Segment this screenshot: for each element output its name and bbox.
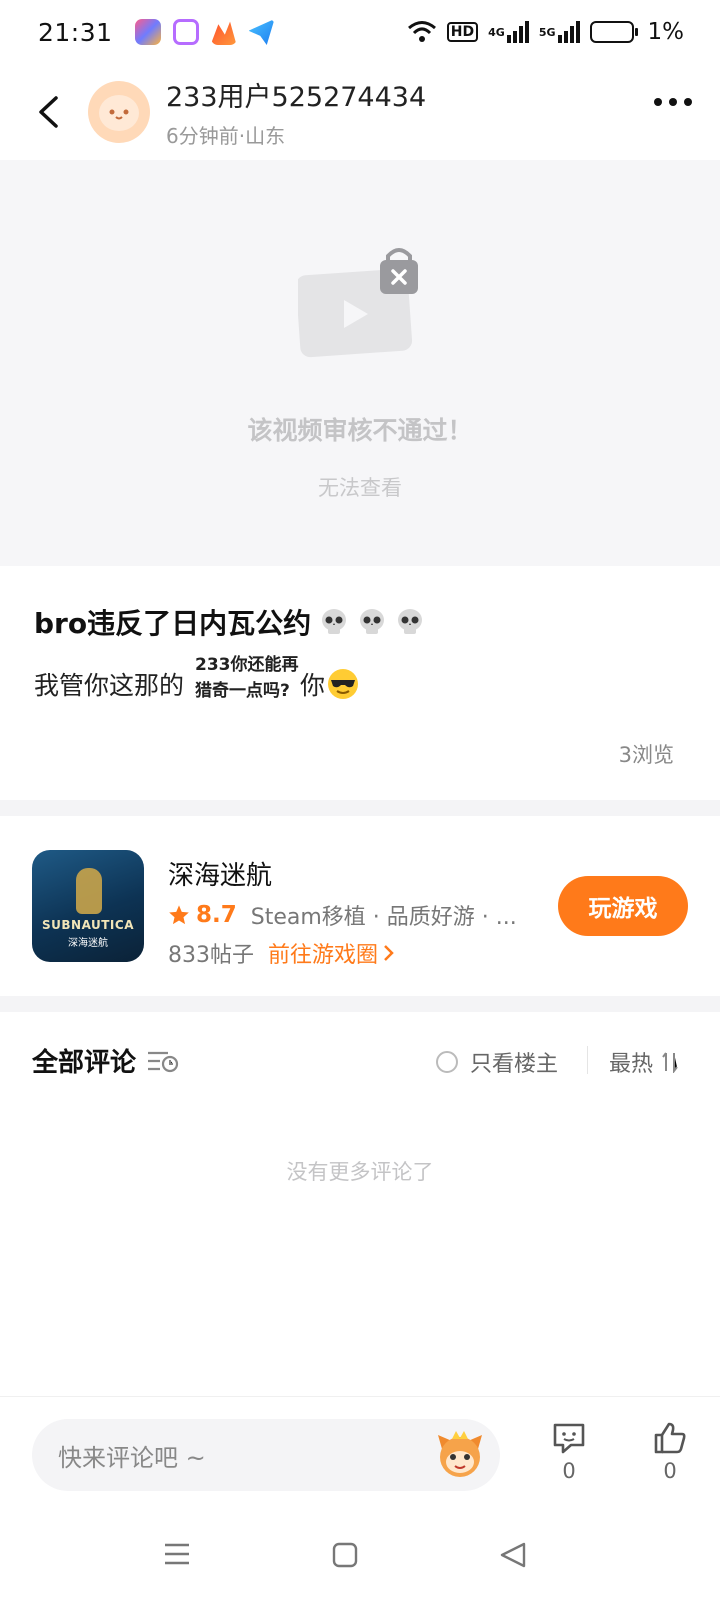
post-time-location: 6分钟前·山东	[166, 124, 286, 148]
app-notification-icon	[134, 19, 161, 45]
video-blocked-title: 该视频审核不通过！	[247, 416, 473, 445]
game-posts-row: 833帖子 前往游戏圈	[168, 937, 396, 969]
sunglasses-emoji-icon	[328, 669, 359, 699]
game-circle-link[interactable]: 前往游戏圈	[268, 937, 396, 969]
no-more-comments: 没有更多评论了	[286, 1160, 434, 1184]
wifi-icon	[407, 20, 437, 44]
only-op-toggle[interactable]: 只看楼主	[436, 1046, 558, 1078]
section-divider	[0, 800, 720, 816]
game-icon-logo: SUBNAUTICA	[42, 918, 134, 932]
star-icon	[169, 905, 189, 925]
back-nav-icon[interactable]	[500, 1542, 526, 1568]
skull-emoji-icon	[322, 609, 347, 634]
status-time: 21:31	[38, 17, 113, 47]
post-title-text: bro违反了日内瓦公约	[34, 607, 312, 640]
only-op-label: 只看楼主	[470, 1052, 559, 1077]
signal-5g-icon: 5G	[539, 21, 580, 43]
sort-icon	[661, 1051, 679, 1073]
comment-filter-icon[interactable]	[146, 1048, 180, 1074]
section-divider	[0, 996, 720, 1012]
comments-title: 全部评论	[32, 1048, 137, 1078]
sort-label: 最热	[609, 1052, 654, 1077]
post-header: 233用户525274434 6分钟前·山东	[0, 64, 720, 160]
app-notification-icon	[248, 19, 275, 45]
comment-count: 0	[562, 1459, 576, 1483]
like-button[interactable]: 0	[640, 1421, 700, 1483]
hd-icon: HD	[446, 22, 479, 42]
skull-emoji-icon	[360, 609, 385, 634]
comments-header: 全部评论	[32, 1042, 180, 1079]
meme-sticker: 233你还能再 猎奇一点吗?	[195, 652, 313, 710]
author-info[interactable]: 233用户525274434 6分钟前·山东	[166, 75, 426, 149]
post-title: bro违反了日内瓦公约	[34, 602, 425, 642]
divider	[587, 1046, 588, 1074]
app-notification-icon	[172, 19, 199, 45]
skull-emoji-icon	[398, 609, 423, 634]
back-button[interactable]	[30, 94, 66, 130]
game-icon[interactable]: SUBNAUTICA 深海迷航	[32, 850, 144, 962]
comment-input[interactable]: 快来评论吧 ~	[32, 1419, 500, 1491]
locked-video-icon	[298, 248, 418, 358]
emoji-mascot-icon[interactable]	[434, 1429, 486, 1481]
chevron-right-icon	[384, 945, 394, 961]
comment-count-button[interactable]: 0	[539, 1421, 599, 1483]
menu-nav-icon[interactable]	[164, 1542, 190, 1566]
video-blocked-subtitle: 无法查看	[318, 476, 402, 500]
game-tags: Steam移植 · 品质好游 · ...	[250, 905, 517, 930]
dot-icon	[684, 98, 692, 106]
more-options-button[interactable]	[654, 98, 692, 106]
like-count: 0	[663, 1459, 677, 1483]
comment-icon	[553, 1423, 585, 1454]
chevron-left-icon	[39, 96, 58, 128]
game-rating: 8.7 Steam移植 · 品质好游 · ...	[168, 899, 517, 931]
signal-4g-icon: 4G	[488, 21, 529, 43]
app-notification-icon	[210, 21, 237, 45]
battery-percent: 1%	[647, 19, 685, 45]
home-nav-icon[interactable]	[332, 1542, 358, 1568]
view-count: 3浏览	[618, 743, 674, 767]
post-body-start: 我管你这那的	[34, 671, 185, 700]
play-game-button[interactable]: 玩游戏	[558, 876, 688, 936]
sticker-line-2: 猎奇一点吗?	[195, 681, 290, 701]
rating-value: 8.7	[196, 902, 237, 928]
game-post-count: 833帖子	[168, 943, 254, 968]
dot-icon	[654, 98, 662, 106]
status-indicators: HD 4G 5G 1%	[407, 19, 684, 45]
sticker-line-1: 233你还能再	[195, 655, 299, 675]
radio-icon	[436, 1051, 458, 1073]
system-nav-bar	[0, 1514, 720, 1600]
game-name[interactable]: 深海迷航	[168, 855, 272, 892]
bottom-action-bar: 快来评论吧 ~ 0 0	[0, 1396, 720, 1514]
notification-icons	[134, 19, 275, 45]
status-bar: 21:31 HD 4G 5G 1%	[0, 0, 720, 64]
comment-placeholder: 快来评论吧 ~	[58, 1443, 206, 1472]
video-blocked-area	[0, 160, 720, 566]
author-name[interactable]: 233用户525274434	[166, 75, 426, 114]
author-avatar[interactable]	[88, 81, 150, 143]
thumbs-up-icon	[654, 1422, 686, 1454]
dot-icon	[669, 98, 677, 106]
game-icon-logo-cn: 深海迷航	[68, 938, 108, 949]
sort-toggle[interactable]: 最热	[609, 1046, 679, 1078]
battery-icon	[589, 21, 638, 43]
